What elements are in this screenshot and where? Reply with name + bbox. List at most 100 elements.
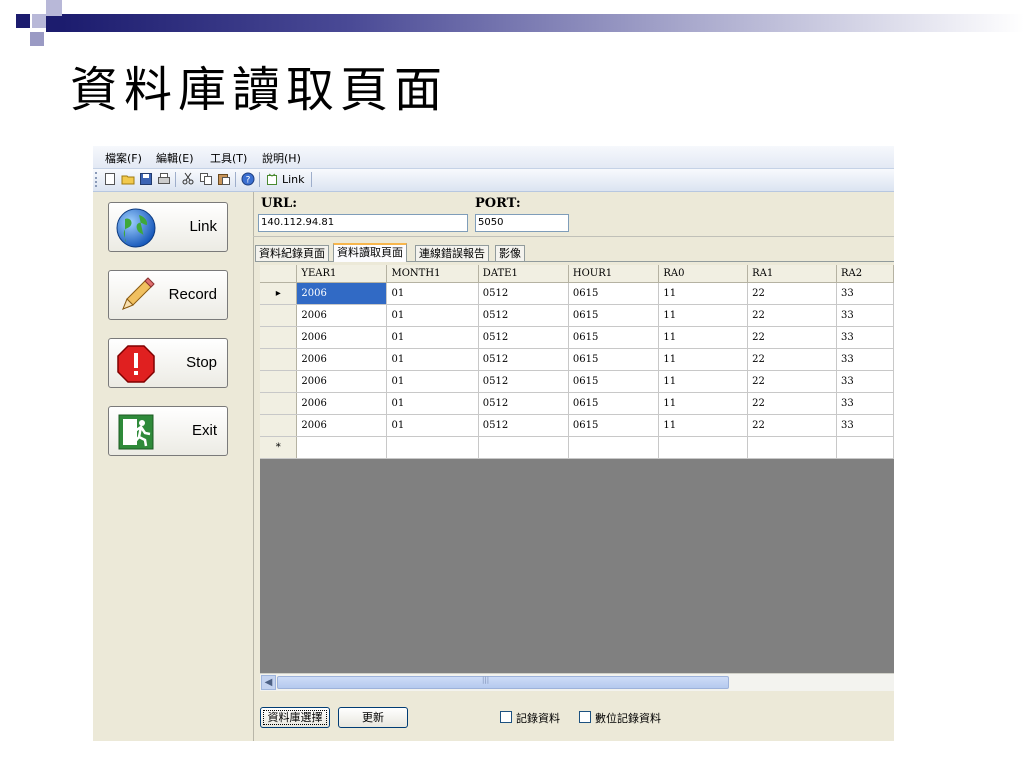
table-cell[interactable]: [747, 436, 837, 459]
column-header-ra1[interactable]: RA1: [747, 265, 837, 283]
stop-button[interactable]: Stop: [108, 338, 228, 388]
toolbar-grip[interactable]: [95, 172, 100, 187]
table-cell[interactable]: 22: [747, 304, 837, 327]
tab-connection-error[interactable]: 連線錯誤報告: [415, 245, 489, 261]
table-cell[interactable]: 2006: [296, 414, 388, 437]
tab-data-read[interactable]: 資料讀取頁面: [333, 243, 407, 262]
table-row[interactable]: ▸ 2006 01 0512 0615 11 22 33: [260, 282, 894, 305]
copy-icon[interactable]: [199, 172, 213, 186]
table-cell[interactable]: [568, 436, 660, 459]
table-cell[interactable]: 33: [836, 326, 894, 349]
table-cell[interactable]: 0512: [478, 370, 569, 393]
table-cell[interactable]: 33: [836, 348, 894, 371]
table-cell[interactable]: 2006: [296, 370, 388, 393]
save-icon[interactable]: [139, 172, 153, 186]
open-folder-icon[interactable]: [121, 172, 135, 186]
table-cell[interactable]: 01: [386, 348, 479, 371]
table-cell[interactable]: 0512: [478, 348, 569, 371]
table-cell[interactable]: 11: [658, 282, 749, 305]
table-cell[interactable]: 11: [658, 304, 749, 327]
row-header-new[interactable]: *: [260, 436, 298, 459]
new-file-icon[interactable]: [103, 172, 117, 186]
table-cell[interactable]: [296, 436, 388, 459]
tab-data-record[interactable]: 資料紀錄頁面: [255, 245, 329, 261]
menu-edit[interactable]: 編輯(E): [156, 150, 194, 166]
link-icon[interactable]: [265, 172, 279, 186]
table-cell[interactable]: 0615: [568, 304, 660, 327]
print-icon[interactable]: [157, 172, 171, 186]
table-cell[interactable]: 0512: [478, 282, 569, 305]
cut-icon[interactable]: [181, 172, 195, 186]
new-row[interactable]: *: [260, 436, 894, 459]
port-input[interactable]: 5050: [475, 214, 569, 232]
table-cell[interactable]: 2006: [296, 304, 388, 327]
digital-record-checkbox[interactable]: [579, 711, 591, 723]
table-row[interactable]: 2006 01 0512 0615 11 22 33: [260, 392, 894, 415]
data-grid[interactable]: YEAR1 MONTH1 DATE1 HOUR1 RA0 RA1 RA2 ▸ 2…: [260, 265, 894, 689]
table-cell[interactable]: 0512: [478, 414, 569, 437]
table-cell[interactable]: 0615: [568, 282, 660, 305]
table-cell[interactable]: 22: [747, 370, 837, 393]
grid-corner-cell[interactable]: [260, 265, 298, 283]
record-button[interactable]: Record: [108, 270, 228, 320]
table-cell[interactable]: 33: [836, 392, 894, 415]
column-header-year[interactable]: YEAR1: [296, 265, 388, 283]
table-cell[interactable]: 33: [836, 304, 894, 327]
table-cell[interactable]: 2006: [296, 348, 388, 371]
table-cell[interactable]: 11: [658, 326, 749, 349]
menu-tools[interactable]: 工具(T): [210, 150, 247, 166]
record-data-checkbox[interactable]: [500, 711, 512, 723]
scroll-left-icon[interactable]: ◀: [261, 675, 276, 690]
table-cell[interactable]: [386, 436, 479, 459]
menu-help[interactable]: 說明(H): [262, 150, 301, 166]
scrollbar-thumb[interactable]: [277, 676, 729, 689]
table-cell[interactable]: 22: [747, 392, 837, 415]
column-header-hour[interactable]: HOUR1: [568, 265, 660, 283]
column-header-ra0[interactable]: RA0: [658, 265, 749, 283]
tab-image[interactable]: 影像: [495, 245, 525, 261]
table-cell[interactable]: 2006: [296, 326, 388, 349]
column-header-ra2[interactable]: RA2: [836, 265, 894, 283]
table-cell[interactable]: 11: [658, 414, 749, 437]
table-row[interactable]: 2006 01 0512 0615 11 22 33: [260, 326, 894, 349]
table-cell[interactable]: 33: [836, 414, 894, 437]
table-cell[interactable]: 22: [747, 326, 837, 349]
refresh-button[interactable]: 更新: [338, 707, 408, 728]
table-cell[interactable]: [478, 436, 569, 459]
table-cell[interactable]: 33: [836, 282, 894, 305]
table-cell[interactable]: 0615: [568, 370, 660, 393]
menu-file[interactable]: 檔案(F): [105, 150, 142, 166]
table-cell[interactable]: 01: [386, 370, 479, 393]
table-cell[interactable]: 01: [386, 326, 479, 349]
horizontal-scrollbar[interactable]: ◀ |||: [260, 673, 894, 691]
table-cell[interactable]: [836, 436, 894, 459]
table-row[interactable]: 2006 01 0512 0615 11 22 33: [260, 348, 894, 371]
table-cell[interactable]: 11: [658, 348, 749, 371]
table-cell[interactable]: 11: [658, 392, 749, 415]
table-cell[interactable]: 0615: [568, 348, 660, 371]
table-cell[interactable]: 0512: [478, 326, 569, 349]
table-cell[interactable]: 01: [386, 414, 479, 437]
table-cell[interactable]: 33: [836, 370, 894, 393]
row-header[interactable]: [260, 348, 298, 371]
url-input[interactable]: 140.112.94.81: [258, 214, 468, 232]
select-database-button[interactable]: 資料庫選擇: [260, 707, 330, 728]
column-header-date[interactable]: DATE1: [478, 265, 569, 283]
table-row[interactable]: 2006 01 0512 0615 11 22 33: [260, 304, 894, 327]
table-cell[interactable]: 11: [658, 370, 749, 393]
row-header[interactable]: [260, 414, 298, 437]
table-row[interactable]: 2006 01 0512 0615 11 22 33: [260, 370, 894, 393]
table-row[interactable]: 2006 01 0512 0615 11 22 33: [260, 414, 894, 437]
table-cell[interactable]: 01: [386, 392, 479, 415]
table-cell[interactable]: 0615: [568, 414, 660, 437]
table-cell[interactable]: 2006: [296, 282, 388, 305]
help-icon[interactable]: ?: [241, 172, 255, 186]
table-cell[interactable]: 01: [386, 282, 479, 305]
exit-button[interactable]: Exit: [108, 406, 228, 456]
table-cell[interactable]: 0512: [478, 392, 569, 415]
table-cell[interactable]: 0512: [478, 304, 569, 327]
table-cell[interactable]: 0615: [568, 392, 660, 415]
table-cell[interactable]: 22: [747, 348, 837, 371]
row-header[interactable]: [260, 370, 298, 393]
table-cell[interactable]: 2006: [296, 392, 388, 415]
